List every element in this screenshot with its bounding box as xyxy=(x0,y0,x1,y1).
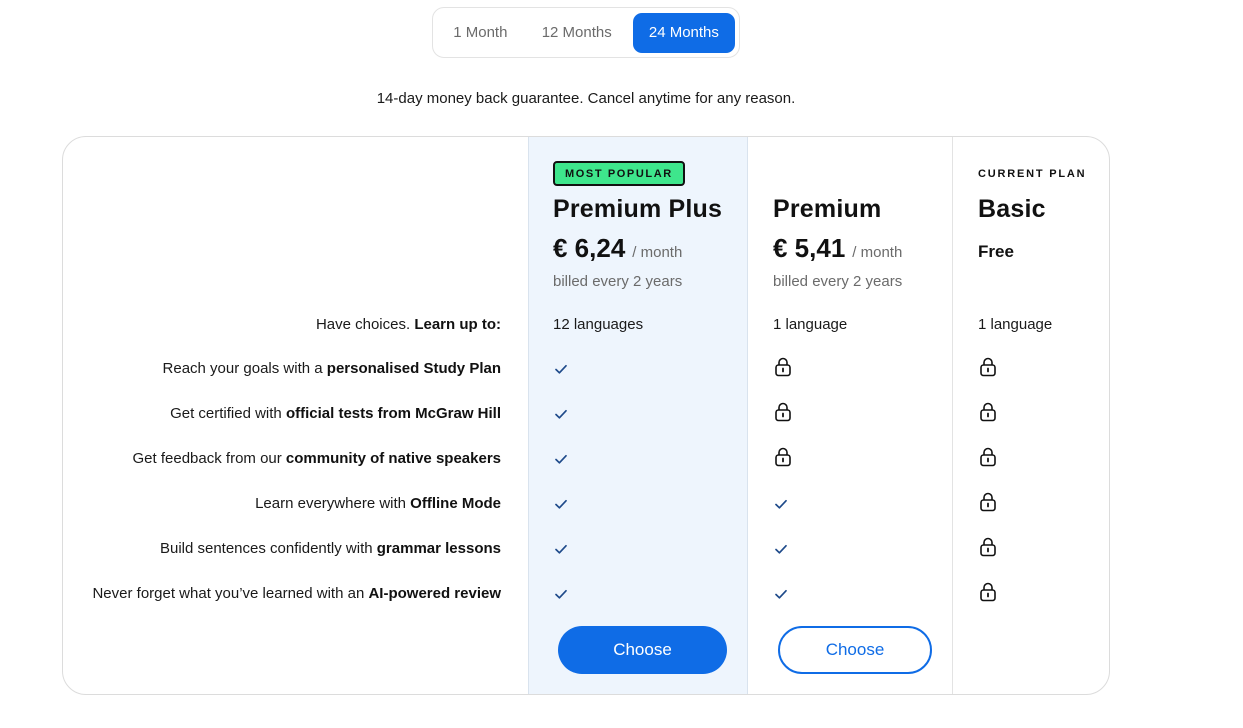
feature-label-study-plan: Reach your goals with a personalised Stu… xyxy=(162,360,501,377)
check-icon xyxy=(775,589,787,599)
price-amount: € 6,24 xyxy=(553,233,626,263)
feature-label-certification: Get certified with official tests from M… xyxy=(170,405,501,422)
check-icon xyxy=(555,409,567,419)
price-period: / month xyxy=(852,244,903,261)
feature-label-community: Get feedback from our community of nativ… xyxy=(132,450,501,467)
price-amount: € 5,41 xyxy=(773,233,846,263)
choose-premium-button[interactable]: Choose xyxy=(778,626,932,674)
lock-icon xyxy=(980,582,996,602)
plan-name-basic: Basic xyxy=(978,195,1046,223)
price-period: / month xyxy=(632,244,683,261)
feature-label-offline: Learn everywhere with Offline Mode xyxy=(255,495,501,512)
check-icon xyxy=(555,589,567,599)
feature-label-languages: Have choices. Learn up to: xyxy=(315,316,501,333)
feature-label-ai-review: Never forget what you’ve learned with an… xyxy=(92,585,501,602)
lock-icon xyxy=(980,537,996,557)
languages-premium-plus: 12 languages xyxy=(553,316,644,333)
current-plan-label: CURRENT PLAN xyxy=(978,168,1087,180)
billing-note-premium-plus: billed every 2 years xyxy=(553,273,683,290)
billing-note-premium: billed every 2 years xyxy=(773,273,903,290)
column-divider xyxy=(952,137,953,694)
languages-basic: 1 language xyxy=(978,316,1053,333)
price-premium-plus: € 6,24 / month xyxy=(553,233,682,264)
check-icon xyxy=(775,544,787,554)
duration-toggle: 1 Month 12 Months 24 Months xyxy=(432,7,740,58)
check-icon xyxy=(555,499,567,509)
choose-premium-plus-button[interactable]: Choose xyxy=(558,626,727,674)
duration-12-months[interactable]: 12 Months xyxy=(522,13,632,53)
check-icon xyxy=(555,364,567,374)
price-basic: Free xyxy=(978,242,1014,261)
lock-icon xyxy=(775,402,791,422)
check-icon xyxy=(775,499,787,509)
lock-icon xyxy=(980,357,996,377)
lock-icon xyxy=(775,447,791,467)
duration-1-month[interactable]: 1 Month xyxy=(441,13,520,53)
most-popular-badge: MOST POPULAR xyxy=(553,161,685,186)
guarantee-text: 14-day money back guarantee. Cancel anyt… xyxy=(376,90,796,107)
lock-icon xyxy=(775,357,791,377)
check-icon xyxy=(555,544,567,554)
languages-premium: 1 language xyxy=(773,316,848,333)
feature-label-grammar: Build sentences confidently with grammar… xyxy=(159,540,501,557)
duration-24-months[interactable]: 24 Months xyxy=(632,12,736,53)
price-premium: € 5,41 / month xyxy=(773,233,902,264)
lock-icon xyxy=(980,402,996,422)
lock-icon xyxy=(980,492,996,512)
plan-name-premium: Premium xyxy=(773,195,882,223)
lock-icon xyxy=(980,447,996,467)
pricing-table: MOST POPULAR CURRENT PLAN Premium Plus €… xyxy=(62,136,1110,695)
plan-name-premium-plus: Premium Plus xyxy=(553,195,723,223)
check-icon xyxy=(555,454,567,464)
